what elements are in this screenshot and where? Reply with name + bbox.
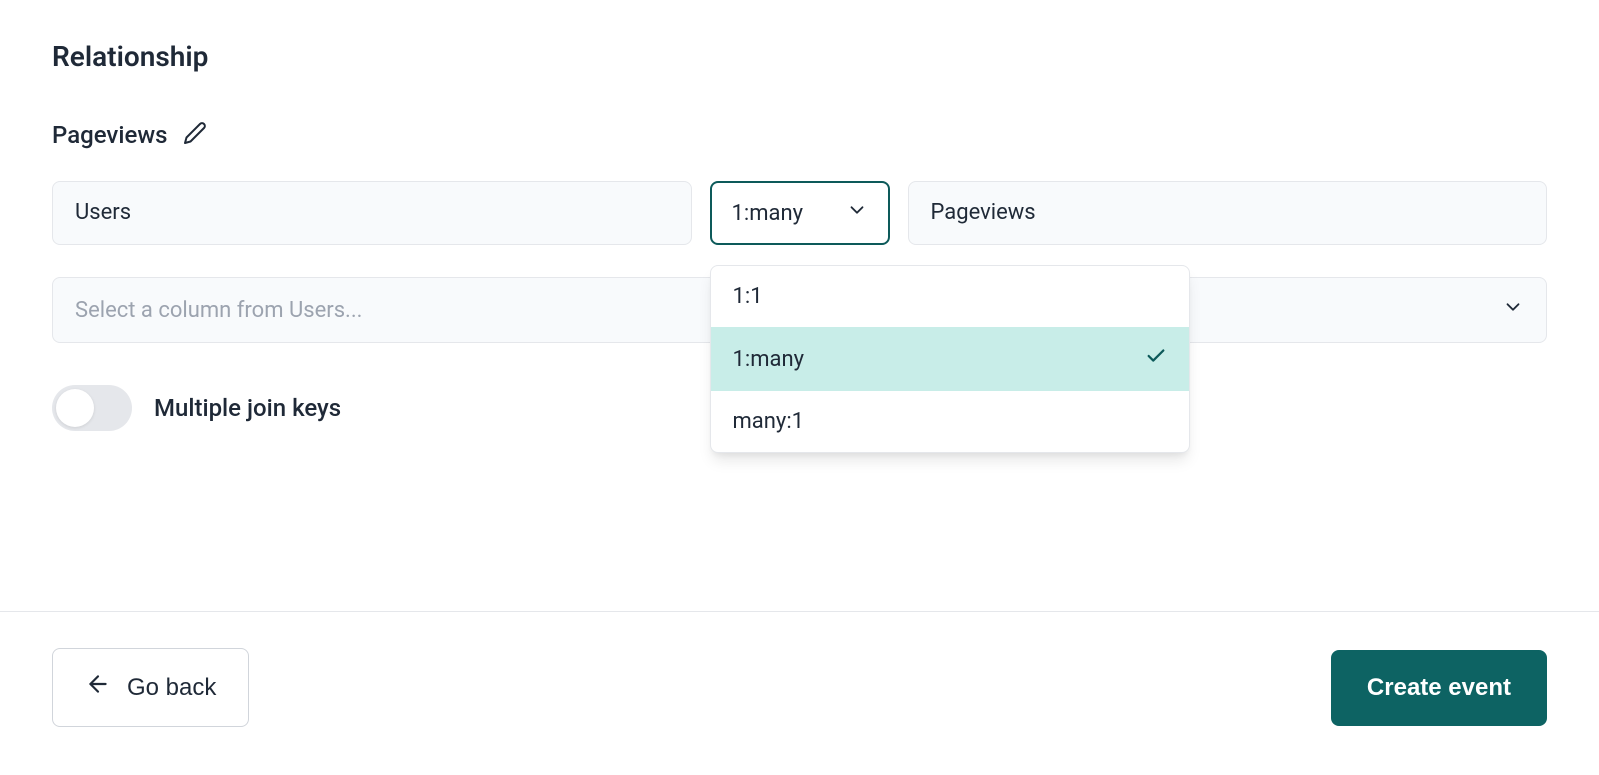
cardinality-value: 1:many [732, 201, 804, 226]
toggle-knob [56, 389, 94, 427]
cardinality-option-1-many[interactable]: 1:many [711, 327, 1189, 391]
cardinality-option-label: 1:1 [733, 284, 763, 309]
edit-icon[interactable] [183, 121, 207, 149]
event-name-row: Pageviews [52, 121, 1547, 149]
check-icon [1145, 345, 1167, 373]
cardinality-option-label: 1:many [733, 347, 805, 372]
left-column-placeholder: Select a column from Users... [75, 298, 362, 323]
chevron-down-icon [846, 199, 868, 227]
left-entity-box: Users [52, 181, 692, 245]
create-event-label: Create event [1367, 674, 1511, 701]
go-back-button[interactable]: Go back [52, 648, 249, 727]
chevron-down-icon [1502, 296, 1524, 324]
right-entity-box: Pageviews [908, 181, 1548, 245]
create-event-button[interactable]: Create event [1331, 650, 1547, 726]
cardinality-option-label: many:1 [733, 409, 805, 434]
cardinality-option-1-1[interactable]: 1:1 [711, 266, 1189, 327]
cardinality-dropdown[interactable]: 1:many [710, 181, 890, 245]
relationship-row: Users 1:many 1:1 1:many [52, 181, 1547, 245]
section-title: Relationship [52, 40, 1547, 73]
cardinality-wrapper: 1:many 1:1 1:many [710, 181, 890, 245]
multiple-join-keys-label: Multiple join keys [154, 394, 341, 422]
left-column-select[interactable]: Select a column from Users... [52, 277, 791, 343]
footer: Go back Create event [0, 611, 1599, 775]
multiple-join-keys-toggle[interactable] [52, 385, 132, 431]
cardinality-option-many-1[interactable]: many:1 [711, 391, 1189, 452]
go-back-label: Go back [127, 674, 216, 702]
cardinality-menu: 1:1 1:many many:1 [710, 265, 1190, 453]
arrow-left-icon [85, 671, 111, 704]
event-name: Pageviews [52, 121, 167, 149]
